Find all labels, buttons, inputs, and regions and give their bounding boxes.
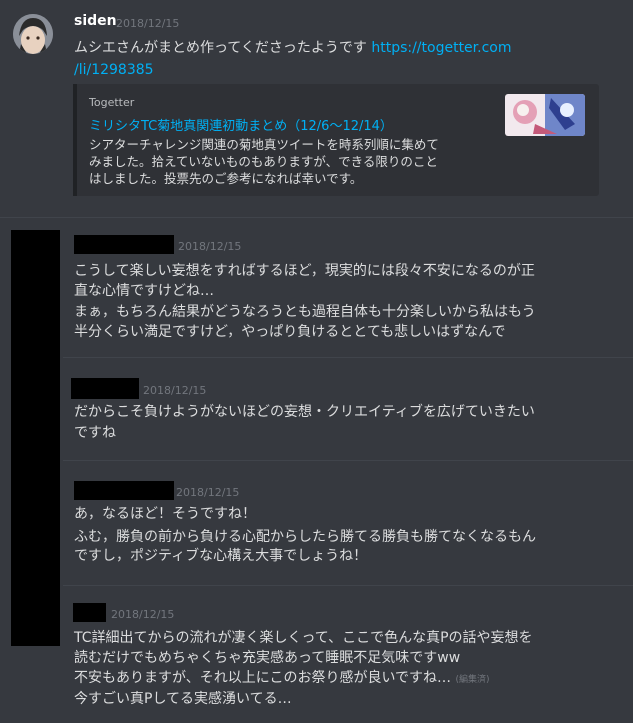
message-divider: [63, 357, 633, 358]
timestamp: 2018/12/15: [176, 486, 240, 499]
message-line: まぁ，もちろん結果がどうなろうとも過程自体も十分楽しいから私はもう: [74, 304, 536, 320]
embed-description: シアターチャレンジ関連の菊地真ツイートを時系列順に集めて みました。拾えていない…: [89, 136, 485, 187]
redacted-username: [71, 378, 139, 399]
message-line: ですし，ポジティブな心構え大事でしょうね！: [74, 548, 368, 564]
embed-title[interactable]: ミリシタTC菊地真関連初動まとめ（12/6〜12/14）: [89, 115, 393, 134]
timestamp: 2018/12/15: [143, 384, 207, 397]
timestamp: 2018/12/15: [116, 17, 180, 30]
timestamp: 2018/12/15: [178, 240, 242, 253]
redacted-username: [73, 603, 106, 622]
message-link[interactable]: https://togetter.com: [371, 40, 511, 56]
timestamp: 2018/12/15: [111, 608, 175, 621]
message-text: ムシエさんがまとめ作ってくださったようです https://togetter.c…: [74, 37, 512, 59]
embed-description-line: はしました。投票先のご参考になれば幸いです。: [89, 171, 363, 186]
embed-provider[interactable]: Togetter: [89, 96, 134, 109]
message-line: こうして楽しい妄想をすればするほど，現実的には段々不安になるのが正: [74, 263, 535, 279]
message-line: あ，なるほど！そうですね！: [74, 506, 256, 522]
message-content: 不安もありますが、それ以上にこのお祭り感が良いですね…: [74, 670, 452, 686]
message-line: 半分くらい満足ですけど，やっぱり負けるととても悲しいはずなんで: [74, 324, 506, 340]
link-embed: Togetter ミリシタTC菊地真関連初動まとめ（12/6〜12/14） シア…: [73, 84, 599, 196]
message-line: 読むだけでもめちゃくちゃ充実感あって睡眠不足気味ですww: [74, 650, 461, 666]
embed-thumbnail[interactable]: [505, 94, 585, 136]
message-line: TC詳細出てからの流れが凄く楽しくって、ここで色んな真Pの話や妄想を: [74, 630, 533, 646]
message-line: ですね: [74, 425, 116, 441]
thumbnail-image: [505, 94, 585, 136]
message-divider: [63, 585, 633, 586]
message-divider: [63, 460, 633, 461]
message-line: 直な心情ですけどね…: [74, 283, 214, 299]
message-line: だからこそ負けようがないほどの妄想・クリエイティブを広げていきたい: [74, 404, 535, 420]
embed-description-line: みました。拾えていないものもありますが、できる限りのこと: [89, 154, 438, 169]
redacted-username: [74, 481, 174, 500]
redacted-avatar-block: [11, 230, 60, 646]
redacted-username: [74, 235, 174, 254]
username[interactable]: siden: [74, 13, 117, 29]
embed-description-line: シアターチャレンジ関連の菊地真ツイートを時系列順に集めて: [89, 137, 439, 152]
avatar-siden[interactable]: [13, 14, 53, 54]
message-content: ムシエさんがまとめ作ってくださったようです: [74, 40, 367, 56]
message-line: 今すごい真Pしてる実感湧いてる…: [74, 691, 292, 707]
edited-indicator: (編集済): [455, 675, 490, 685]
message-link-continued[interactable]: /li/1298385: [74, 59, 154, 81]
message-divider: [0, 217, 633, 218]
avatar-image: [13, 14, 53, 54]
